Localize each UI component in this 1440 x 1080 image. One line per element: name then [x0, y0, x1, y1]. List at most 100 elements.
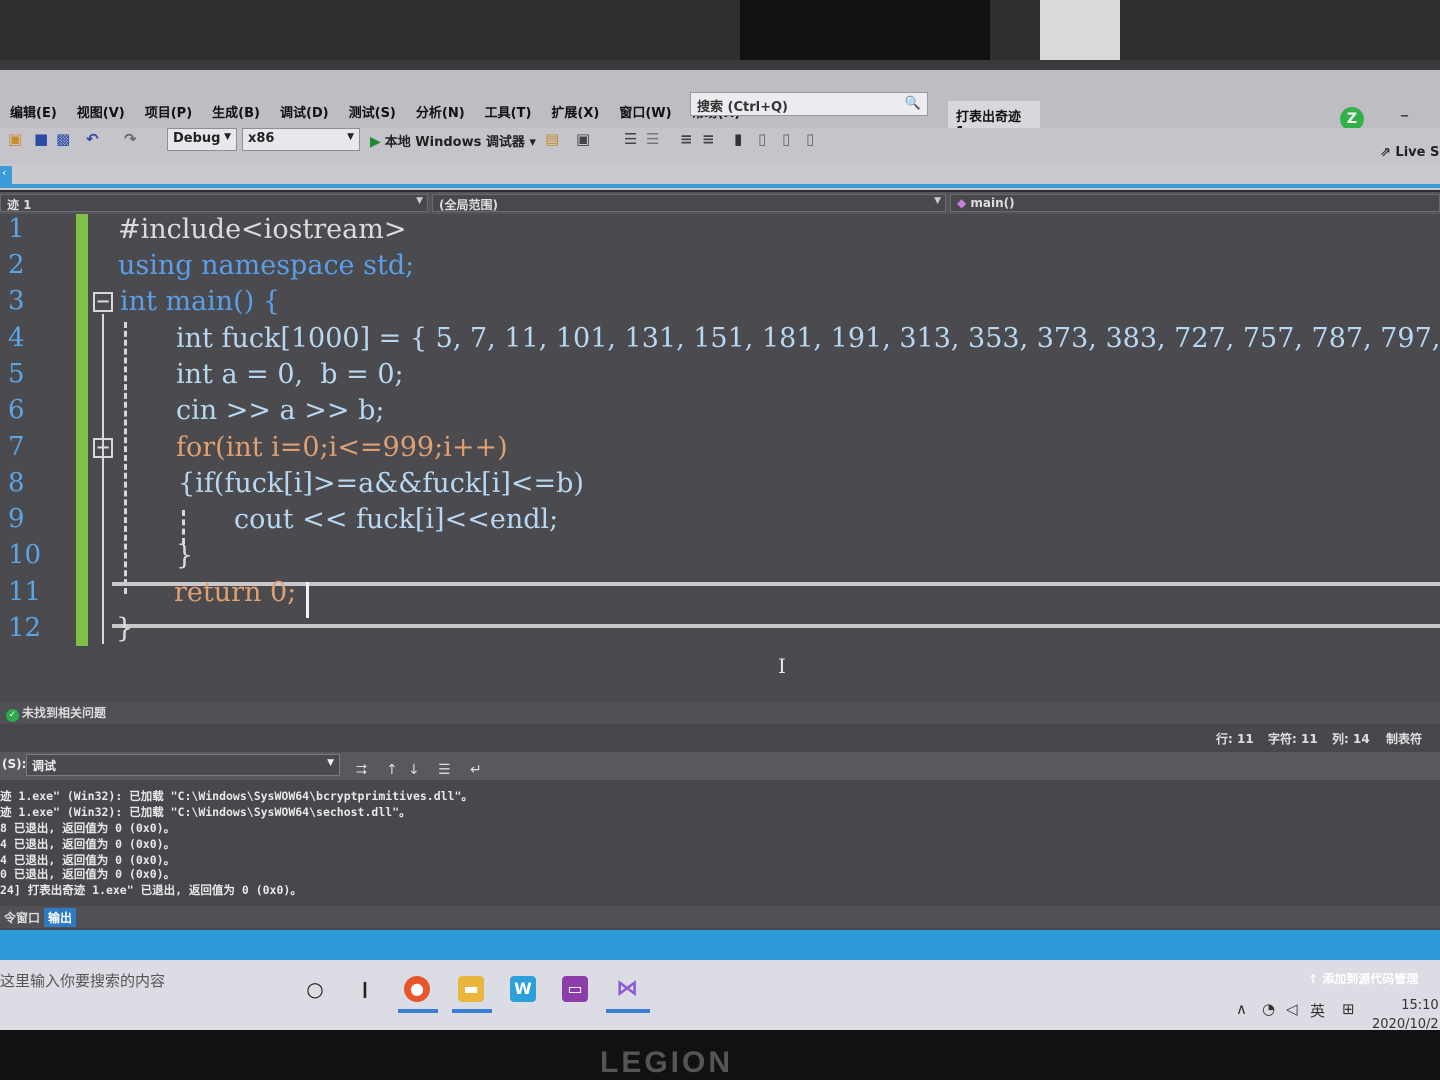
menu-test[interactable]: 测试(S) [339, 96, 406, 127]
indent-guide [182, 510, 185, 544]
step-icon[interactable]: ☰ [624, 130, 637, 148]
word-wrap-icon[interactable]: ↵ [470, 762, 482, 778]
chevron-down-icon: ▼ [416, 196, 423, 206]
menu-analyze[interactable]: 分析(N) [406, 96, 475, 127]
open-folder-icon[interactable]: ▣ [8, 130, 22, 148]
char-indicator: 字符: 11 [1268, 732, 1318, 746]
platform-select[interactable]: x86 ▼ [242, 128, 360, 151]
windows-taskbar [0, 960, 1440, 1040]
main-menu: 编辑(E) 视图(V) 项目(P) 生成(B) 调试(D) 测试(S) 分析(N… [0, 96, 750, 127]
clear-all-icon[interactable]: ☰ [438, 762, 451, 778]
output-source-select[interactable]: 调试 ▼ [26, 754, 340, 776]
tray-chevron-icon[interactable]: ∧ [1236, 1000, 1247, 1018]
menu-build[interactable]: 生成(B) [202, 96, 270, 127]
output-line: 迹 1.exe" (Win32): 已加载 "C:\Windows\SysWOW… [0, 805, 411, 819]
live-share-button[interactable]: ⇗ Live S [1380, 145, 1439, 160]
source-control-button[interactable]: ↑ 添加到源代码管理 [1308, 970, 1418, 987]
bookmark-icon[interactable]: ▮ [734, 130, 742, 148]
line-number: 4 [8, 323, 25, 353]
indent-icon[interactable]: ≡ [680, 130, 693, 148]
monitor-bezel-top [0, 0, 1440, 70]
outline-bracket [102, 314, 104, 644]
outdent-icon[interactable]: ≡ [702, 130, 715, 148]
wps-icon[interactable]: W [510, 976, 536, 1002]
code-line: using namespace std; [118, 250, 415, 281]
visual-studio-icon[interactable]: ⋈ [614, 976, 640, 1002]
menu-tools[interactable]: 工具(T) [475, 96, 542, 127]
background-object [740, 0, 990, 60]
text-caret [306, 582, 309, 618]
task-view-icon[interactable]: ❙ [352, 976, 378, 1002]
indent-guide [124, 322, 127, 594]
chevron-down-icon: ▼ [224, 132, 231, 142]
search-input[interactable]: 搜索 (Ctrl+Q) 🔍 [690, 92, 928, 116]
menu-debug[interactable]: 调试(D) [270, 96, 339, 127]
menu-edit[interactable]: 编辑(E) [0, 96, 67, 127]
member-dropdown[interactable]: ◆ main() [950, 194, 1440, 212]
run-label: 本地 Windows 调试器 [384, 135, 525, 150]
tab-pin-icon[interactable]: ‹ [0, 166, 12, 186]
brand-logo: LEGION [600, 1046, 734, 1079]
code-line: int fuck[1000] = { 5, 7, 11, 101, 131, 1… [176, 323, 1440, 354]
project-value: 迹 1 [7, 198, 32, 212]
menu-extensions[interactable]: 扩展(X) [541, 96, 609, 127]
configuration-select[interactable]: Debug ▼ [167, 128, 237, 151]
menu-window[interactable]: 窗口(W) [609, 96, 681, 127]
taskbar-search[interactable]: 这里输入你要搜索的内容 [0, 970, 165, 991]
project-dropdown[interactable]: 迹 1 ▼ [0, 194, 428, 212]
save-all-icon[interactable]: ▩ [56, 130, 70, 148]
line-number: 11 [8, 577, 42, 607]
chevron-down-icon: ▼ [934, 196, 941, 206]
code-line: {if(fuck[i]>=a&&fuck[i]<=b) [178, 468, 584, 499]
mouse-ibeam-icon: I [778, 654, 786, 678]
bookmark-prev-icon[interactable]: ▯ [758, 130, 766, 148]
find-message-icon[interactable]: ⮆ [356, 762, 367, 778]
output-line: 0 已退出, 返回值为 0 (0x0)。 [0, 867, 176, 881]
scope-dropdown[interactable]: (全局范围) ▼ [432, 194, 946, 212]
screenshot-icon[interactable]: ▣ [576, 130, 590, 148]
volume-icon[interactable]: ◁ [1286, 1000, 1298, 1018]
bookmark-clear-icon[interactable]: ▯ [806, 130, 814, 148]
code-line: cin >> a >> b; [176, 395, 385, 426]
prev-message-icon[interactable]: ↑ [386, 762, 398, 778]
output-line: 迹 1.exe" (Win32): 已加载 "C:\Windows\SysWOW… [0, 789, 473, 803]
ime-indicator[interactable]: 英 [1310, 1000, 1325, 1021]
line-number: 10 [8, 540, 42, 570]
ime-mode-icon[interactable]: ⊞ [1342, 1000, 1355, 1018]
wifi-icon[interactable]: ◔ [1262, 1000, 1275, 1018]
save-icon[interactable]: ■ [34, 130, 48, 148]
line-number: 7 [8, 432, 25, 462]
taskbar-active-indicator [452, 1009, 492, 1013]
undo-icon[interactable]: ↶ [86, 130, 99, 148]
col-indicator: 列: 14 [1332, 732, 1370, 746]
line-number: 9 [8, 504, 25, 534]
tab-mode-indicator: 制表符 [1386, 732, 1423, 746]
change-margin [76, 214, 88, 646]
next-message-icon[interactable]: ↓ [408, 762, 420, 778]
menu-project[interactable]: 项目(P) [135, 96, 202, 127]
step-over-icon[interactable]: ☰ [646, 130, 659, 148]
file-explorer-icon[interactable]: ▬ [458, 976, 484, 1002]
line-number: 2 [8, 250, 25, 280]
output-line: 8 已退出, 返回值为 0 (0x0)。 [0, 821, 176, 835]
tab-output[interactable]: 输出 [44, 908, 77, 927]
menu-view[interactable]: 视图(V) [67, 96, 135, 127]
code-editor[interactable]: 1 2 3 4 5 6 7 8 9 10 11 12 − − #include<… [0, 214, 1440, 704]
search-icon[interactable]: 🔍 [905, 96, 921, 111]
tab-command-window[interactable]: 令窗口 [0, 908, 44, 927]
cortana-icon[interactable]: ○ [302, 976, 328, 1002]
issues-indicator[interactable]: ✓ 未找到相关问题 [6, 704, 106, 722]
start-debugging-button[interactable]: ▶ 本地 Windows 调试器 ▾ [370, 131, 536, 150]
redo-icon[interactable]: ↷ [124, 130, 137, 148]
line-number: 12 [8, 613, 42, 643]
output-tabs [0, 906, 1440, 928]
terminal-icon[interactable]: ▭ [562, 976, 588, 1002]
collapse-icon[interactable]: − [93, 292, 113, 312]
code-line: int main() { [120, 286, 281, 317]
firefox-icon[interactable]: ● [404, 976, 430, 1002]
scope-value: (全局范围) [439, 198, 498, 212]
minimize-icon[interactable]: – [1400, 105, 1409, 126]
browse-icon[interactable]: ▤ [545, 130, 559, 148]
bookmark-next-icon[interactable]: ▯ [782, 130, 790, 148]
clock[interactable]: 15:10 2020/10/2 [1372, 996, 1439, 1034]
